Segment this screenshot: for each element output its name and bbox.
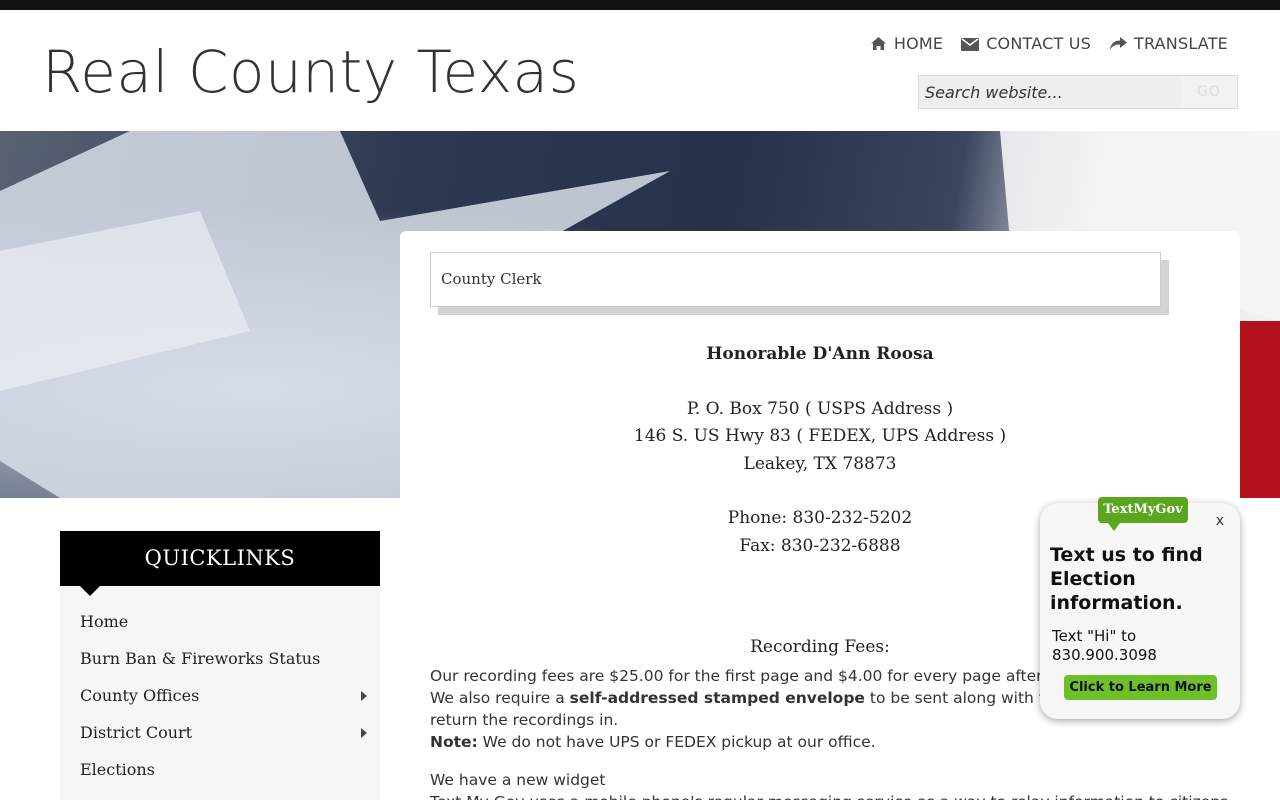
clerk-name: Honorable D'Ann Roosa [706, 344, 934, 364]
contact-us-link[interactable]: CONTACT US [961, 34, 1091, 53]
quicklink-county-offices[interactable]: County Offices [60, 677, 380, 714]
search-form: GO [918, 75, 1238, 109]
quicklinks-header: QUICKLINKS [60, 531, 380, 596]
fees-line-2-start: We also require a [430, 689, 570, 707]
chevron-right-icon [361, 728, 367, 738]
popup-title: Text us to find Election information. [1050, 544, 1203, 614]
close-icon[interactable]: x [1216, 513, 1224, 529]
quicklink-label: County Offices [80, 686, 200, 705]
quicklink-label: Burn Ban & Fireworks Status [80, 649, 321, 668]
clerk-address-city: Leakey, TX 78873 [743, 453, 897, 474]
quicklink-label: District Court [80, 723, 193, 742]
quicklink-label: Elections [80, 760, 155, 779]
quicklink-label: Home [80, 612, 129, 631]
quicklink-home[interactable]: Home [60, 603, 380, 640]
learn-more-button[interactable]: Click to Learn More [1064, 675, 1217, 700]
flag-red-stripe [1238, 321, 1280, 498]
textmygov-popup: TextMyGov x Text us to find Election inf… [1040, 497, 1240, 719]
fees-note-text: We do not have UPS or FEDEX pickup at ou… [477, 733, 876, 751]
popup-body: Text "Hi" to 830.900.3098 [1052, 627, 1157, 664]
textmygov-logo: TextMyGov [1098, 497, 1188, 531]
search-go-button[interactable]: GO [1181, 76, 1237, 108]
fees-note-label: Note: [430, 733, 478, 751]
quicklinks-panel: QUICKLINKS Home Burn Ban & Fireworks Sta… [60, 531, 380, 800]
chevron-right-icon [361, 691, 367, 701]
widget-line-2: Text My Gov uses a mobile phone's regula… [430, 791, 1230, 800]
clerk-address-street: 146 S. US Hwy 83 ( FEDEX, UPS Address ) [633, 426, 1007, 446]
envelope-icon [961, 37, 980, 51]
quicklink-district-court[interactable]: District Court [60, 714, 380, 751]
fees-line-2-bold: self-addressed stamped envelope [569, 689, 865, 707]
contact-us-label: CONTACT US [986, 34, 1092, 53]
home-icon [870, 37, 886, 50]
home-link-label: HOME [893, 34, 944, 53]
translate-link[interactable]: TRANSLATE [1109, 34, 1228, 53]
share-arrow-icon [1110, 37, 1128, 50]
quicklinks-title: QUICKLINKS [144, 546, 296, 570]
translate-label: TRANSLATE [1134, 34, 1228, 53]
top-navigation: HOME CONTACT US TRANSLATE [870, 34, 1228, 53]
page-title: County Clerk [430, 252, 1161, 307]
site-title[interactable]: Real County Texas [42, 38, 579, 106]
widget-line-1: We have a new widget [430, 771, 606, 789]
top-bar [0, 0, 1280, 10]
clerk-address-usps: P. O. Box 750 ( USPS Address ) [686, 398, 954, 419]
quicklink-burn-ban[interactable]: Burn Ban & Fireworks Status [60, 640, 380, 677]
search-input[interactable] [919, 76, 1181, 108]
page-heading-box: County Clerk [430, 252, 1169, 315]
header-notch [80, 586, 100, 596]
quicklinks-list: Home Burn Ban & Fireworks Status County … [60, 586, 380, 788]
home-link[interactable]: HOME [870, 34, 943, 53]
quicklink-elections[interactable]: Elections [60, 751, 380, 788]
fees-note: Note: We do not have UPS or FEDEX pickup… [430, 731, 1230, 753]
widget-announcement: We have a new widget Text My Gov uses a … [430, 769, 1230, 800]
site-header: Real County Texas HOME CONTACT US TRANSL… [0, 10, 1280, 131]
